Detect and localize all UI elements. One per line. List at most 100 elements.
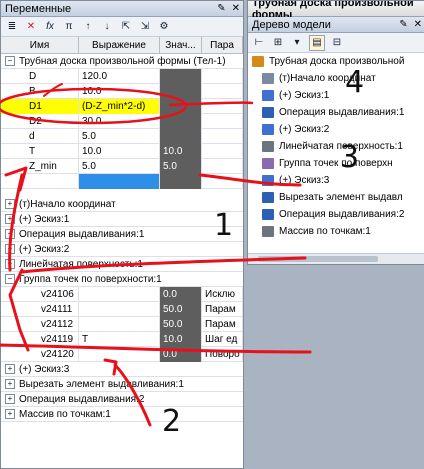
tree-item[interactable]: (+) Эскиз:1 — [248, 87, 424, 104]
new-variable-row[interactable] — [1, 173, 243, 189]
move-up-icon[interactable]: ↑ — [81, 20, 95, 34]
close-icon[interactable]: ✕ — [232, 3, 240, 14]
variable-name-cell[interactable]: Z_min — [1, 158, 79, 174]
variable-expr-cell[interactable]: (D-Z_min*2-d) — [79, 98, 160, 114]
list-icon[interactable]: ≣ — [5, 20, 19, 34]
tree-item[interactable]: Трубная доска произвольной — [248, 53, 424, 70]
group-row[interactable]: + Операция выдавливания:2 — [1, 392, 243, 407]
tree-item[interactable]: Группа точек по поверхн — [248, 155, 424, 172]
close-icon[interactable]: ✕ — [414, 19, 422, 30]
expand-icon[interactable]: + — [5, 244, 15, 254]
group-row[interactable]: + (т)Начало координат — [1, 197, 243, 212]
variable-param-cell[interactable]: Шаг ед — [202, 331, 243, 347]
variable-param-cell[interactable] — [202, 83, 243, 99]
variable-param-cell[interactable] — [202, 158, 243, 174]
variable-param-cell[interactable] — [202, 98, 243, 114]
variable-name-cell[interactable]: D — [1, 68, 79, 84]
import-icon[interactable]: ⇲ — [138, 20, 152, 34]
variable-expr-cell[interactable]: 10.0 — [79, 83, 160, 99]
variable-row[interactable]: v24111 50.0 Парам — [1, 301, 243, 317]
variable-row[interactable]: d 5.0 — [1, 128, 243, 144]
variable-param-cell[interactable] — [202, 143, 243, 159]
variable-row[interactable]: v24106 0.0 Исклю — [1, 286, 243, 302]
column-header-param[interactable]: Пара — [202, 37, 243, 53]
settings-icon[interactable]: ⚙ — [157, 20, 171, 34]
tree-item[interactable]: Массив по точкам:1 — [248, 223, 424, 240]
expand-icon[interactable]: + — [5, 259, 15, 269]
tree-item[interactable]: Вырезать элемент выдавл — [248, 189, 424, 206]
variable-expr-cell[interactable] — [79, 286, 160, 302]
tree-item[interactable]: (+) Эскиз:2 — [248, 121, 424, 138]
group-row[interactable]: + (+) Эскиз:1 — [1, 212, 243, 227]
variable-row[interactable]: B 10.0 — [1, 83, 243, 99]
collapse-icon[interactable]: − — [5, 274, 15, 284]
variable-param-cell[interactable]: Поворо — [202, 346, 243, 362]
structure-icon[interactable]: ⊟ — [330, 36, 344, 50]
expand-icon[interactable]: + — [5, 394, 15, 404]
delete-icon[interactable]: ✕ — [24, 20, 38, 34]
variable-name-cell[interactable]: v24120 — [1, 346, 79, 362]
variable-name-cell[interactable]: d — [1, 128, 79, 144]
expand-icon[interactable]: + — [5, 409, 15, 419]
variable-expr-cell[interactable]: 10.0 — [79, 143, 160, 159]
group-row[interactable]: + Линейчатая поверхность:1 — [1, 257, 243, 272]
column-header-expression[interactable]: Выражение — [79, 37, 160, 53]
variable-name-cell[interactable]: v24106 — [1, 286, 79, 302]
variable-expr-cell[interactable]: T — [79, 331, 160, 347]
variable-row[interactable]: v24119 T 10.0 Шаг ед — [1, 331, 243, 347]
variable-name-cell[interactable]: B — [1, 83, 79, 99]
variable-param-cell[interactable] — [202, 68, 243, 84]
expand-icon[interactable]: + — [5, 199, 15, 209]
variable-expr-cell[interactable]: 30.0 — [79, 113, 160, 129]
function-icon[interactable]: fx — [43, 20, 57, 34]
variable-row[interactable]: T 10.0 10.0 — [1, 143, 243, 159]
group-row[interactable]: + Операция выдавливания:1 — [1, 227, 243, 242]
pin-icon[interactable]: ✎ — [399, 19, 407, 30]
variable-param-cell[interactable] — [202, 128, 243, 144]
group-main[interactable]: − Трубная доска произвольной формы (Тел-… — [1, 54, 243, 69]
horizontal-scrollbar[interactable] — [248, 253, 424, 264]
variable-name-cell[interactable]: T — [1, 143, 79, 159]
variable-name-cell[interactable]: D1 — [1, 98, 79, 114]
variable-row[interactable]: v24112 50.0 Парам — [1, 316, 243, 332]
group-row[interactable]: + Массив по точкам:1 — [1, 407, 243, 422]
tree-item[interactable]: Линейчатая поверхность:1 — [248, 138, 424, 155]
document-icon[interactable]: ▤ — [309, 34, 325, 51]
variable-expr-cell[interactable]: 5.0 — [79, 128, 160, 144]
group-row[interactable]: + (+) Эскиз:2 — [1, 242, 243, 257]
group-row[interactable]: + (+) Эскиз:3 — [1, 362, 243, 377]
expand-icon[interactable]: + — [5, 379, 15, 389]
variable-name-cell[interactable]: D2 — [1, 113, 79, 129]
variable-name-cell[interactable]: v24112 — [1, 316, 79, 332]
variable-name-cell[interactable]: v24111 — [1, 301, 79, 317]
collapse-icon[interactable]: − — [5, 56, 15, 66]
variable-expr-cell[interactable]: 120.0 — [79, 68, 160, 84]
variable-expr-cell[interactable]: 5.0 — [79, 158, 160, 174]
group-row[interactable]: − Группа точек по поверхности:1 — [1, 272, 243, 287]
pin-icon[interactable]: ✎ — [217, 3, 225, 14]
variable-name-cell[interactable]: v24119 — [1, 331, 79, 347]
expand-icon[interactable]: + — [5, 364, 15, 374]
tree-item[interactable]: (т)Начало координат — [248, 70, 424, 87]
variable-expr-cell[interactable] — [79, 346, 160, 362]
column-header-value[interactable]: Знач... — [160, 37, 202, 53]
tree-filter-icon[interactable]: ⊢ — [252, 36, 266, 50]
tree-view-icon[interactable]: ⊞ — [271, 36, 285, 50]
pi-icon[interactable]: π — [62, 20, 76, 34]
tree-item[interactable]: (+) Эскиз:3 — [248, 172, 424, 189]
variable-expr-cell[interactable] — [79, 316, 160, 332]
variable-param-cell[interactable] — [202, 113, 243, 129]
expand-icon[interactable]: + — [5, 214, 15, 224]
tree-item[interactable]: Операция выдавливания:2 — [248, 206, 424, 223]
dropdown-icon[interactable]: ▾ — [290, 36, 304, 50]
column-header-name[interactable]: Имя — [1, 37, 79, 53]
variable-row[interactable]: v24120 0.0 Поворо — [1, 346, 243, 362]
group-row[interactable]: + Вырезать элемент выдавливания:1 — [1, 377, 243, 392]
tree-item[interactable]: Операция выдавливания:1 — [248, 104, 424, 121]
variable-row[interactable]: D2 30.0 — [1, 113, 243, 129]
variable-row[interactable]: D1 (D-Z_min*2-d) — [1, 98, 243, 114]
variable-param-cell[interactable]: Парам — [202, 301, 243, 317]
move-down-icon[interactable]: ↓ — [100, 20, 114, 34]
variable-param-cell[interactable]: Парам — [202, 316, 243, 332]
export-icon[interactable]: ⇱ — [119, 20, 133, 34]
